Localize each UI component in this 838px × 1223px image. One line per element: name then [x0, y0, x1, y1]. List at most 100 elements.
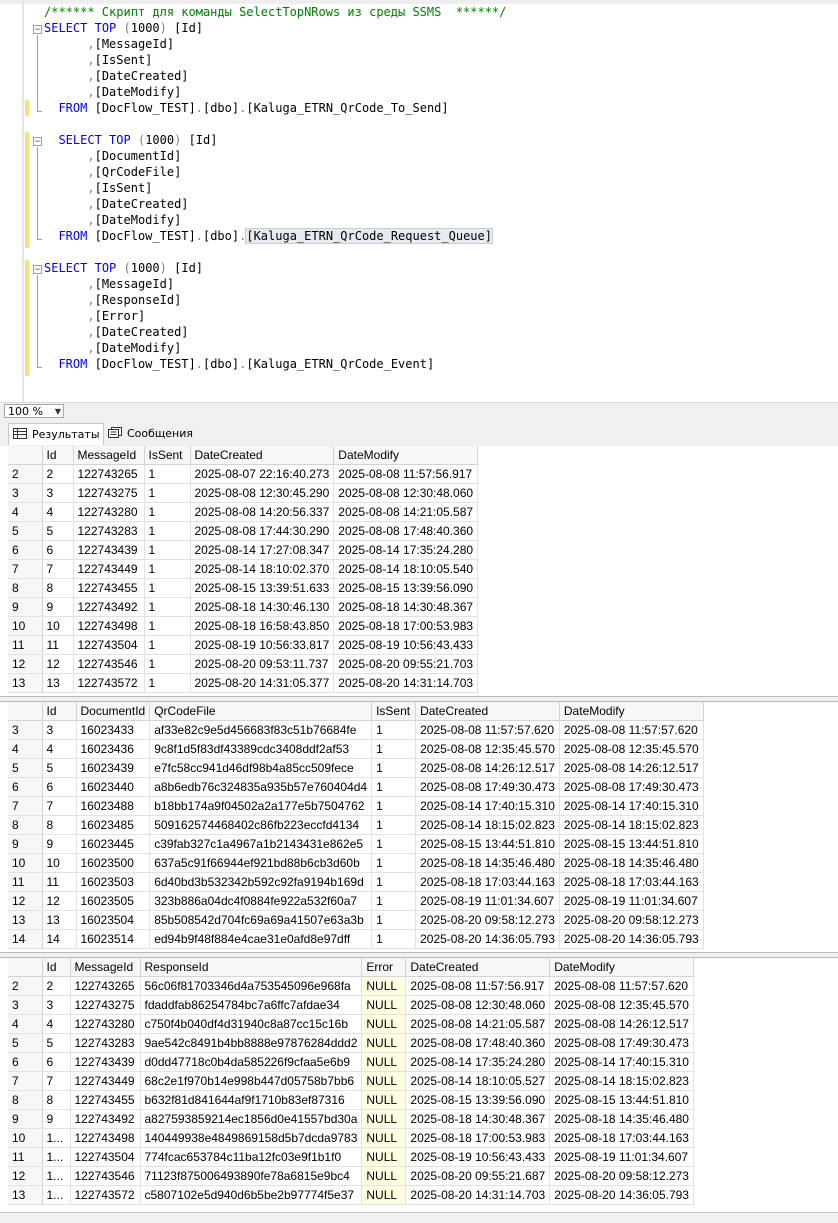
table-cell[interactable]: 2025-08-08 14:26:12.517	[559, 758, 704, 778]
table-cell[interactable]: 68c2e1f970b14e998b447d05758b7bb6	[140, 1071, 363, 1091]
result-table-2[interactable]: Id DocumentId QrCodeFile IsSent DateCreated D…	[8, 702, 704, 949]
table-cell[interactable]: 2025-08-08 11:57:57.620	[559, 720, 704, 740]
table-cell[interactable]: 2025-08-08 11:57:57.620	[549, 976, 694, 996]
table-cell[interactable]: 1	[144, 521, 191, 541]
row-number-cell[interactable]: 12	[8, 891, 43, 911]
table-cell[interactable]: 7	[42, 796, 77, 816]
table-cell[interactable]: 2025-08-14 18:15:02.823	[415, 815, 560, 835]
table-row[interactable]: 9 9 122743492 a827593859214ec1856d0e41557bd…	[8, 1109, 694, 1129]
table-cell[interactable]: 122743449	[70, 1071, 141, 1091]
table-cell[interactable]: 2025-08-15 13:39:56.090	[405, 1090, 551, 1110]
table-cell[interactable]: NULL	[361, 1014, 407, 1034]
collapse-region-icon[interactable]: −	[33, 265, 42, 275]
table-cell[interactable]: a827593859214ec1856d0e41557bd30a	[140, 1109, 363, 1129]
table-row[interactable]: 11 11 122743504 1 2025-08-19 10:56:33.817 202…	[8, 635, 479, 655]
table-cell[interactable]: 2025-08-20 14:31:05.377	[190, 673, 335, 693]
table-cell[interactable]: c39fab327c1a4967a1b2143431e862e5	[149, 834, 373, 854]
column-header[interactable]: Id	[42, 702, 77, 721]
row-number-cell[interactable]: 7	[8, 796, 43, 816]
table-cell[interactable]: 2025-08-08 14:26:12.517	[549, 1014, 694, 1034]
table-cell[interactable]: 122743455	[73, 578, 145, 598]
table-cell[interactable]: NULL	[361, 1033, 407, 1053]
table-row[interactable]: 5 5 122743283 1 2025-08-08 17:44:30.290 2025-…	[8, 521, 479, 541]
table-cell[interactable]: 2025-08-18 16:58:43.850	[190, 616, 335, 636]
zoom-select[interactable]: 100 % ▼	[4, 404, 64, 418]
table-cell[interactable]: 3	[42, 483, 74, 503]
table-row[interactable]: 12 12 122743546 1 2025-08-20 09:53:11.737 202…	[8, 654, 479, 674]
row-number-cell[interactable]: 12	[8, 654, 43, 674]
table-cell[interactable]: 509162574468402c86fb223eccfd4134	[149, 815, 373, 835]
table-cell[interactable]: 2025-08-08 14:26:12.517	[415, 758, 560, 778]
table-cell[interactable]: 2025-08-14 18:10:02.370	[190, 559, 335, 579]
table-cell[interactable]: 8	[42, 815, 77, 835]
table-cell[interactable]: 2025-08-19 10:56:43.433	[333, 635, 479, 655]
table-cell[interactable]: 122743492	[70, 1109, 141, 1129]
chevron-down-icon[interactable]: ▼	[55, 405, 61, 419]
table-cell[interactable]: 2025-08-08 12:35:45.570	[549, 995, 694, 1015]
row-number-cell[interactable]: 4	[8, 739, 43, 759]
table-row[interactable]: 6 6 122743439 1 2025-08-14 17:27:08.347 2025-…	[8, 540, 479, 560]
table-cell[interactable]: c750f4b040df4d31940c8a87cc15c16b	[140, 1014, 363, 1034]
row-number-cell[interactable]: 3	[8, 483, 43, 503]
table-cell[interactable]: 1	[371, 777, 417, 797]
table-cell[interactable]: 2025-08-08 17:44:30.290	[190, 521, 335, 541]
table-cell[interactable]: 2025-08-08 14:20:56.337	[190, 502, 335, 522]
table-cell[interactable]: 16023485	[76, 815, 151, 835]
table-row[interactable]: 7 7 16023488 b18bb174a9f04502a2a177e5b75047…	[8, 796, 704, 816]
table-cell[interactable]: 2025-08-08 12:30:45.290	[190, 483, 335, 503]
table-cell[interactable]: 122743283	[70, 1033, 141, 1053]
column-header[interactable]: IsSent	[371, 702, 417, 721]
table-cell[interactable]: 2025-08-15 13:44:51.810	[549, 1090, 694, 1110]
table-cell[interactable]: 2025-08-14 17:40:15.310	[549, 1052, 694, 1072]
corner-cell[interactable]	[8, 446, 43, 465]
table-cell[interactable]: 2025-08-15 13:39:51.633	[190, 578, 335, 598]
result-table-1[interactable]: Id MessageId IsSent DateCreated DateModify 2 2…	[8, 446, 479, 693]
table-cell[interactable]: 122743265	[70, 976, 141, 996]
table-row[interactable]: 2 2 122743265 1 2025-08-07 22:16:40.273 2025-…	[8, 464, 479, 484]
table-cell[interactable]: 1	[144, 559, 191, 579]
table-cell[interactable]: 7	[42, 1071, 71, 1091]
table-cell[interactable]: 2025-08-08 17:49:30.473	[559, 777, 704, 797]
column-header[interactable]: Id	[42, 958, 71, 977]
table-cell[interactable]: 2025-08-18 17:03:44.163	[549, 1128, 694, 1148]
table-row[interactable]: 4 4 122743280 c750f4b040df4d31940c8a87cc15c…	[8, 1014, 694, 1034]
table-cell[interactable]: 2025-08-14 18:15:02.823	[559, 815, 704, 835]
row-number-cell[interactable]: 4	[8, 1014, 43, 1034]
table-row[interactable]: 5 5 122743283 9ae542c8491b4bb8888e97876284d…	[8, 1033, 694, 1053]
table-cell[interactable]: 2025-08-18 14:35:46.480	[559, 853, 704, 873]
table-cell[interactable]: 2025-08-07 22:16:40.273	[190, 464, 335, 484]
table-cell[interactable]: 9ae542c8491b4bb8888e97876284ddd2	[140, 1033, 363, 1053]
table-cell[interactable]: 122743572	[70, 1185, 141, 1205]
table-cell[interactable]: 1	[371, 910, 417, 930]
table-row[interactable]: 8 8 122743455 b632f81d841644af9f1710b83ef87…	[8, 1090, 694, 1110]
table-row[interactable]: 10 10 16023500 637a5c91f66944ef921bd88b6cb3…	[8, 853, 704, 873]
table-cell[interactable]: 2025-08-08 12:35:45.570	[559, 739, 704, 759]
table-cell[interactable]: 122743439	[70, 1052, 141, 1072]
table-cell[interactable]: 1	[144, 483, 191, 503]
table-cell[interactable]: 8	[42, 578, 74, 598]
table-cell[interactable]: 4	[42, 1014, 71, 1034]
table-cell[interactable]: 122743498	[73, 616, 145, 636]
table-row[interactable]: 14 14 16023514 ed94b9f48f884e4cae31e0afd8e9…	[8, 929, 704, 949]
table-cell[interactable]: 1	[144, 635, 191, 655]
table-cell[interactable]: 1	[371, 739, 417, 759]
table-row[interactable]: 13 1... 122743572 c5807102e5d940d6b5be2b977…	[8, 1185, 694, 1205]
table-cell[interactable]: NULL	[361, 1166, 407, 1186]
table-cell[interactable]: 2025-08-19 10:56:43.433	[405, 1147, 551, 1167]
table-cell[interactable]: 16023439	[76, 758, 151, 778]
table-cell[interactable]: NULL	[361, 1071, 407, 1091]
table-cell[interactable]: 1	[144, 654, 191, 674]
table-cell[interactable]: a8b6edb76c324835a935b57e760404d4	[149, 777, 373, 797]
table-cell[interactable]: 122743504	[70, 1147, 141, 1167]
table-row[interactable]: 9 9 16023445 c39fab327c1a4967a1b2143431e862…	[8, 834, 704, 854]
table-cell[interactable]: 1	[144, 597, 191, 617]
column-header[interactable]: IsSent	[144, 446, 191, 465]
table-cell[interactable]: 2025-08-08 12:30:48.060	[405, 995, 551, 1015]
table-cell[interactable]: 6	[42, 777, 77, 797]
table-cell[interactable]: 2025-08-18 14:35:46.480	[415, 853, 560, 873]
table-cell[interactable]: 2025-08-20 09:58:12.273	[549, 1166, 694, 1186]
column-header[interactable]: QrCodeFile	[149, 702, 373, 721]
row-number-cell[interactable]: 6	[8, 540, 43, 560]
table-cell[interactable]: e7fc58cc941d46df98b4a85cc509fece	[149, 758, 373, 778]
table-cell[interactable]: 2025-08-08 17:49:30.473	[415, 777, 560, 797]
